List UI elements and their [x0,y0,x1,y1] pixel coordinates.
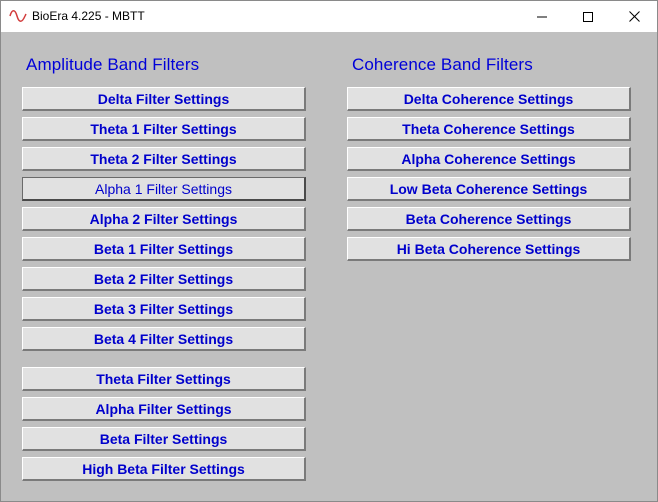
beta-coherence-settings-button[interactable]: Beta Coherence Settings [347,207,631,231]
alpha2-filter-settings-button[interactable]: Alpha 2 Filter Settings [22,207,306,231]
theta-filter-settings-button[interactable]: Theta Filter Settings [22,367,306,391]
theta-coherence-settings-button[interactable]: Theta Coherence Settings [347,117,631,141]
beta4-filter-settings-button[interactable]: Beta 4 Filter Settings [22,327,306,351]
app-window: BioEra 4.225 - MBTT Amplitude Band Filte… [0,0,658,502]
beta3-filter-settings-button[interactable]: Beta 3 Filter Settings [22,297,306,321]
beta1-filter-settings-button[interactable]: Beta 1 Filter Settings [22,237,306,261]
sine-wave-icon [9,8,27,24]
theta1-filter-settings-button[interactable]: Theta 1 Filter Settings [22,117,306,141]
alpha-filter-settings-button[interactable]: Alpha Filter Settings [22,397,306,421]
theta2-filter-settings-button[interactable]: Theta 2 Filter Settings [22,147,306,171]
main-panel: Amplitude Band Filters Coherence Band Fi… [1,32,657,501]
high-beta-filter-settings-button[interactable]: High Beta Filter Settings [22,457,306,481]
hi-beta-coherence-settings-button[interactable]: Hi Beta Coherence Settings [347,237,631,261]
window-title: BioEra 4.225 - MBTT [32,9,145,23]
delta-filter-settings-button[interactable]: Delta Filter Settings [22,87,306,111]
maximize-icon [583,11,593,22]
title-bar[interactable]: BioEra 4.225 - MBTT [1,1,657,32]
close-button[interactable] [611,1,657,32]
minimize-button[interactable] [519,1,565,32]
minimize-icon [537,12,547,22]
alpha1-filter-settings-button[interactable]: Alpha 1 Filter Settings [22,177,306,201]
alpha-coherence-settings-button[interactable]: Alpha Coherence Settings [347,147,631,171]
delta-coherence-settings-button[interactable]: Delta Coherence Settings [347,87,631,111]
amplitude-section-title: Amplitude Band Filters [26,55,200,74]
low-beta-coherence-settings-button[interactable]: Low Beta Coherence Settings [347,177,631,201]
beta2-filter-settings-button[interactable]: Beta 2 Filter Settings [22,267,306,291]
beta-filter-settings-button[interactable]: Beta Filter Settings [22,427,306,451]
maximize-button[interactable] [565,1,611,32]
close-icon [628,11,640,22]
coherence-section-title: Coherence Band Filters [352,55,533,74]
